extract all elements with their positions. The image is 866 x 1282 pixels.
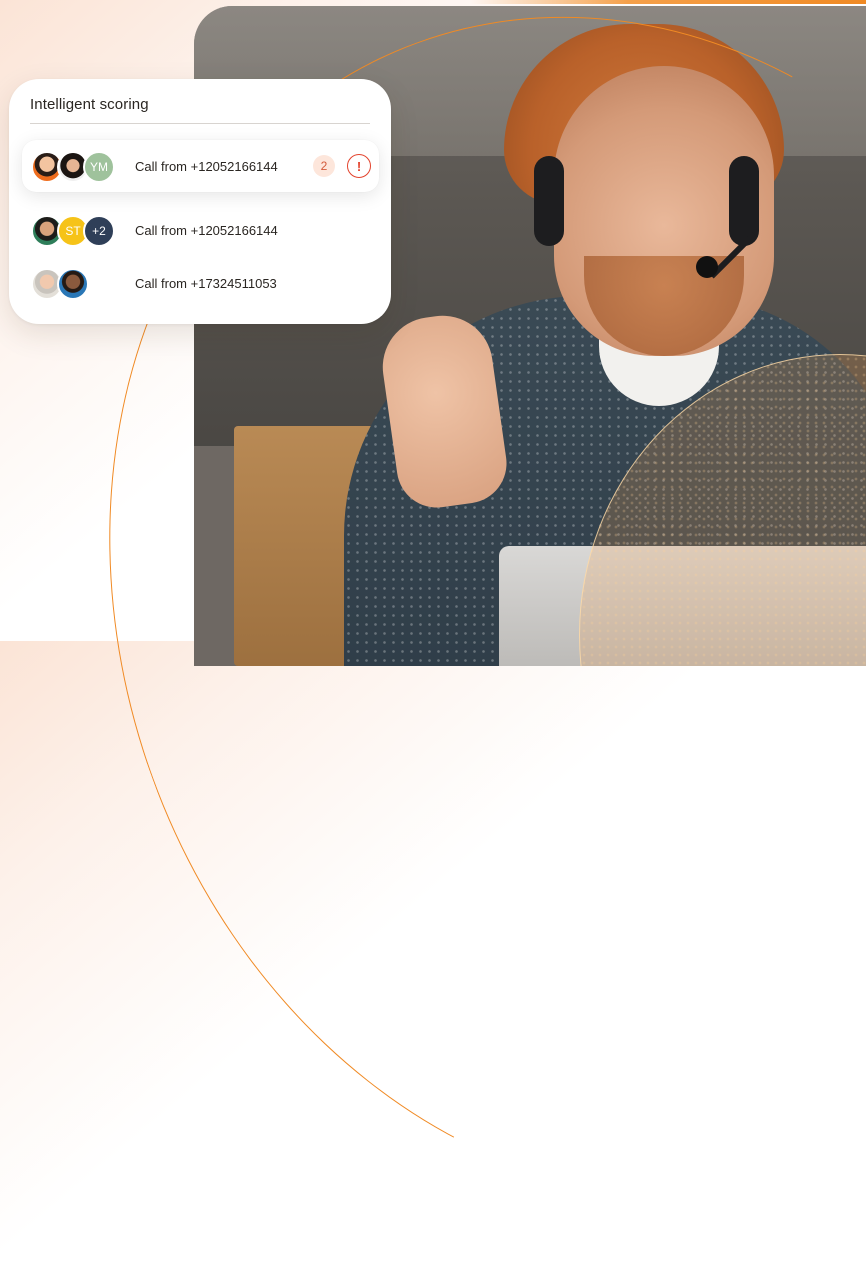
call-row[interactable]: YM Call from +12052166144 2 ! (22, 140, 379, 192)
avatar-group (31, 268, 121, 300)
call-row[interactable]: Call from +17324511053 (22, 257, 379, 309)
intelligent-scoring-card: Intelligent scoring YM Call from +120521… (9, 79, 391, 324)
avatar-initials: YM (83, 151, 115, 183)
accent-top-bar (470, 0, 866, 4)
card-divider (30, 123, 370, 124)
alert-icon[interactable]: ! (347, 154, 371, 178)
avatar-group: ST +2 (31, 215, 121, 247)
call-label: Call from +12052166144 (135, 223, 278, 238)
call-row[interactable]: ST +2 Call from +12052166144 (22, 204, 379, 256)
headset-mic (696, 256, 718, 278)
avatar-overflow-count: +2 (83, 215, 115, 247)
call-label: Call from +12052166144 (135, 159, 278, 174)
avatar (57, 268, 89, 300)
count-badge: 2 (313, 155, 335, 177)
headset-earpiece-left (534, 156, 564, 246)
headset-earpiece-right (729, 156, 759, 246)
call-label: Call from +17324511053 (135, 276, 277, 291)
card-title: Intelligent scoring (30, 96, 149, 113)
avatar-group: YM (31, 151, 121, 183)
